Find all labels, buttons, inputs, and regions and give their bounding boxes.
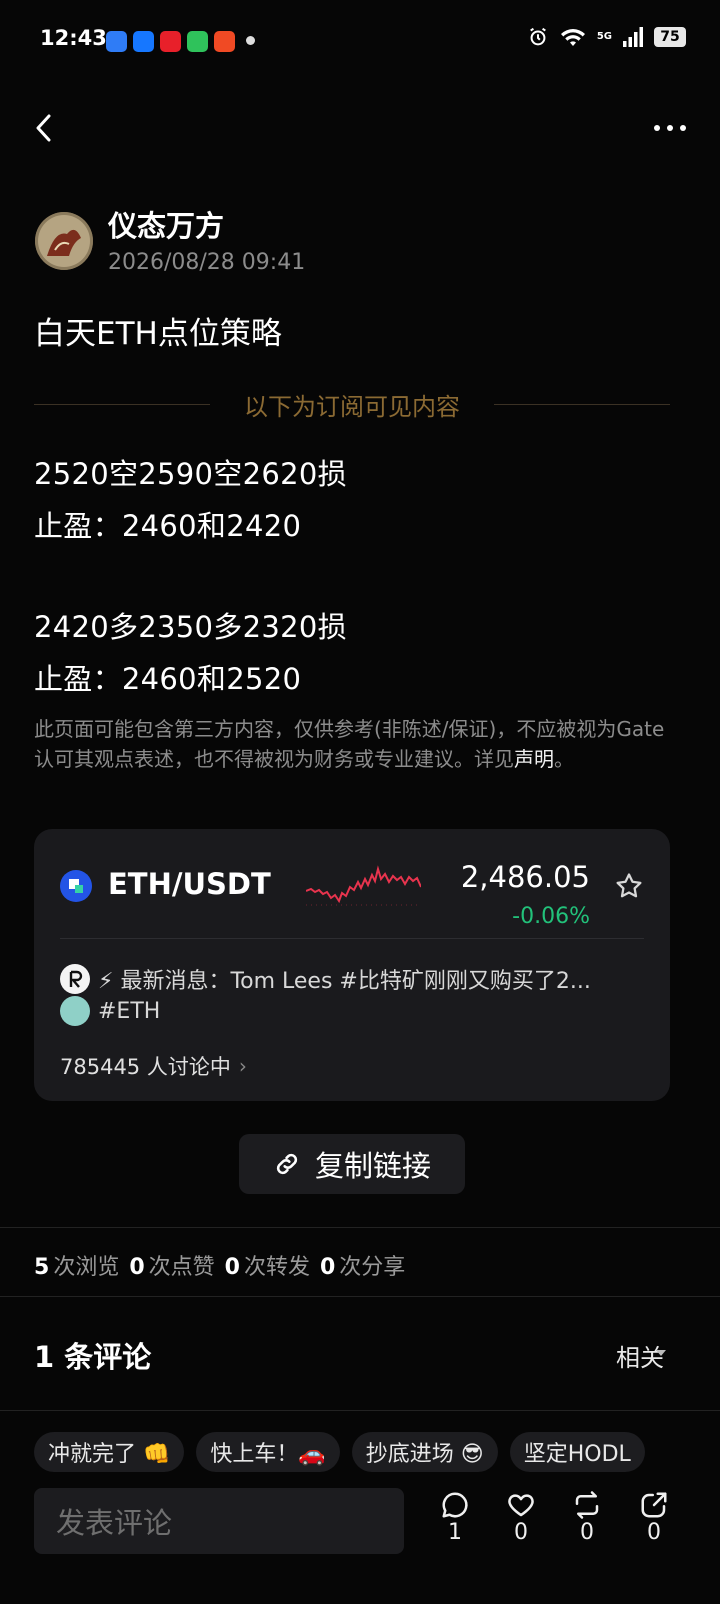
quick-reply-chip[interactable]: 坚定HODL — [509, 1432, 645, 1472]
pair-price: 2,486.05 — [460, 860, 590, 894]
battery-level: 75 — [654, 27, 686, 47]
notification-app-icons — [106, 31, 235, 52]
network-type: 5G — [596, 31, 612, 42]
more-icon — [654, 125, 686, 131]
share-icon — [641, 1492, 667, 1518]
heart-icon — [508, 1494, 534, 1517]
author-name[interactable]: 仪态万方 — [108, 203, 224, 245]
copy-link-button[interactable]: 复制链接 — [239, 1134, 465, 1194]
copy-link-label: 复制链接 — [314, 1149, 431, 1183]
video-app-icon — [214, 31, 235, 52]
divider — [0, 1227, 720, 1228]
ticker-card[interactable]: ETH/USDT 2,486.05 -0.06% ⚡ 最新消息：Tom Lees… — [34, 829, 670, 1101]
disclaimer: 此页面可能包含第三方内容，仅供参考(非陈述/保证)，不应被视为Gate认可其观点… — [34, 714, 674, 774]
comments-title: 1 条评论 — [34, 1340, 152, 1374]
pair-change: -0.06% — [512, 904, 590, 929]
community-avatar-icon — [60, 996, 90, 1026]
signal-icon — [623, 27, 643, 47]
status-time: 12:43 — [40, 26, 107, 50]
alipay-icon — [133, 31, 154, 52]
back-button[interactable] — [30, 110, 60, 146]
notification-dot — [246, 36, 255, 45]
quick-reply-chips: 冲就完了 👊 快上车！🚗 抄底进场 😎 坚定HODL — [34, 1432, 645, 1472]
share-count: 0 — [647, 1520, 661, 1545]
latest-news-text: ⚡ 最新消息：Tom Lees #比特矿刚刚又购买了2... — [98, 969, 591, 994]
quick-reply-chip[interactable]: 冲就完了 👊 — [34, 1432, 185, 1472]
strategy-line: 止盈：2460和2520 — [34, 662, 302, 696]
repost-icon — [575, 1491, 599, 1519]
star-icon — [616, 873, 642, 898]
subscriber-divider-label: 以下为订阅可见内容 — [244, 393, 460, 421]
like-count: 0 — [514, 1520, 528, 1545]
latest-news[interactable]: ⚡ 最新消息：Tom Lees #比特矿刚刚又购买了2... — [60, 963, 644, 995]
like-action[interactable]: 0 — [501, 1490, 541, 1545]
likes-stat: 0 次点赞 — [129, 1255, 215, 1280]
chevron-left-icon — [36, 114, 51, 142]
strategy-line: 2520空2590空2620损 — [34, 457, 347, 491]
news-source-icon — [60, 964, 90, 994]
strategy-line: 止盈：2460和2420 — [34, 509, 302, 543]
subscriber-content-divider: 以下为订阅可见内容 — [34, 387, 670, 421]
chevron-right-icon: › — [238, 1054, 247, 1078]
app-icon — [160, 31, 181, 52]
repost-count: 0 — [580, 1520, 594, 1545]
reposts-stat: 0 次转发 — [224, 1255, 310, 1280]
tag-text: #ETH — [98, 998, 161, 1024]
alarm-icon — [529, 27, 546, 46]
shares-stat: 0 次分享 — [319, 1255, 406, 1280]
more-options-button[interactable] — [650, 110, 690, 146]
favorite-button[interactable] — [614, 871, 644, 901]
comment-input[interactable]: 发表评论 — [34, 1488, 404, 1554]
comment-icon — [442, 1492, 468, 1518]
wifi-icon — [560, 29, 585, 46]
comment-count: 1 — [448, 1520, 462, 1545]
discussion-count[interactable]: 785445 人讨论中 › — [60, 1051, 247, 1081]
divider — [0, 1410, 720, 1411]
status-indicators: 5G 75 — [527, 26, 686, 48]
gate-pair-icon — [60, 870, 92, 902]
discussion-count-text: 785445 人讨论中 — [60, 1055, 231, 1079]
quick-reply-chip[interactable]: 抄底进场 😎 — [351, 1432, 498, 1472]
comment-action[interactable]: 1 — [435, 1490, 475, 1545]
app-icon — [106, 31, 127, 52]
share-action[interactable]: 0 — [634, 1490, 674, 1545]
quick-reply-chip[interactable]: 快上车！🚗 — [196, 1432, 340, 1472]
post-title: 白天ETH点位策略 — [34, 316, 282, 352]
link-icon — [276, 1153, 298, 1175]
post-timestamp: 2026/08/28 09:41 — [108, 250, 306, 275]
views-stat: 5 次浏览 — [34, 1255, 120, 1280]
strategy-line: 2420多2350多2320损 — [34, 610, 347, 644]
disclaimer-end: 。 — [554, 747, 574, 771]
phone-icon — [187, 31, 208, 52]
price-sparkline — [306, 865, 421, 906]
card-divider — [60, 938, 644, 939]
post-stats: 5 次浏览 0 次点赞 0 次转发 0 次分享 — [34, 1249, 405, 1281]
caret-down-icon — [656, 1350, 666, 1356]
pair-name: ETH/USDT — [108, 867, 271, 901]
divider — [0, 1296, 720, 1297]
statement-link[interactable]: 声明 — [514, 747, 554, 771]
author-avatar[interactable] — [35, 212, 93, 270]
eth-tag[interactable]: #ETH — [60, 996, 160, 1026]
repost-action[interactable]: 0 — [567, 1490, 607, 1545]
